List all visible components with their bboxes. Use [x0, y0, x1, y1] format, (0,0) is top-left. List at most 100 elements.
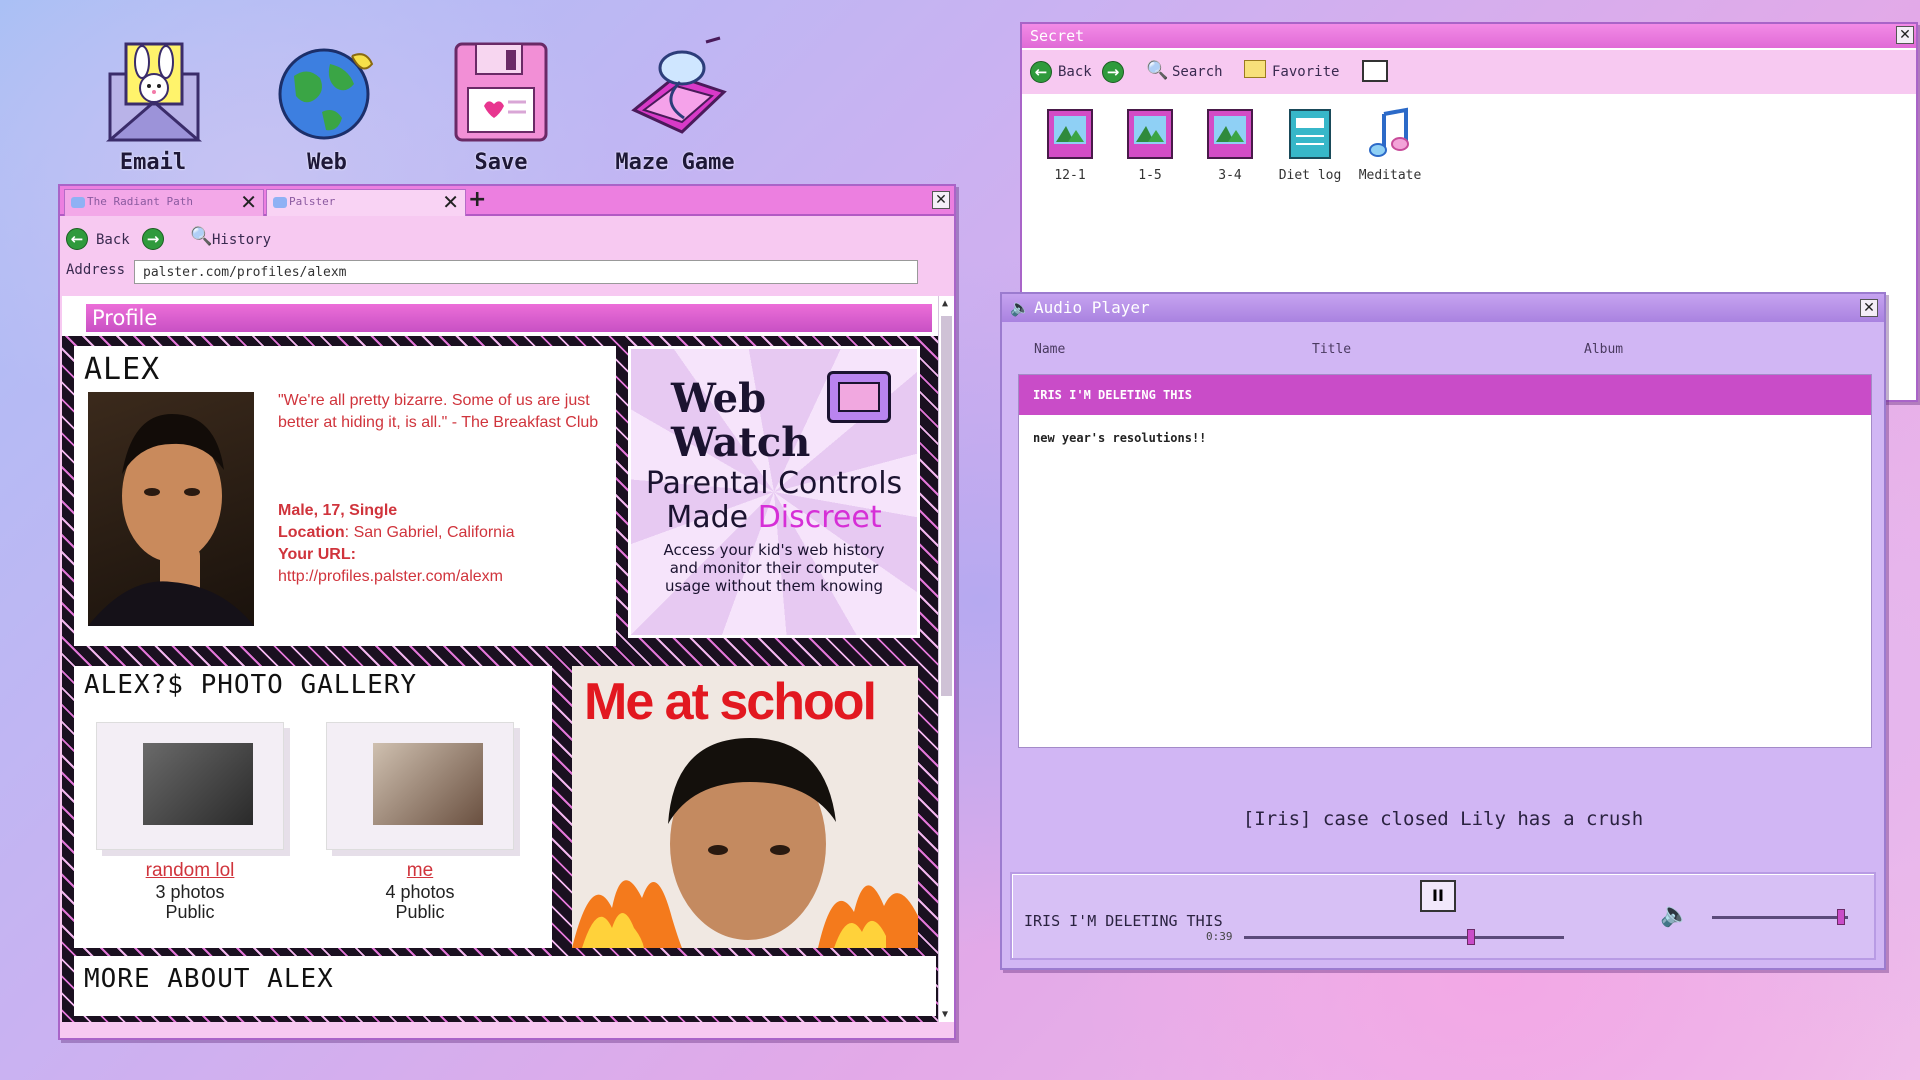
volume-slider[interactable] [1712, 909, 1848, 925]
volume-icon[interactable]: 🔈 [1660, 900, 1690, 928]
close-button[interactable]: ✕ [1860, 299, 1878, 317]
close-tab-icon[interactable]: ✕ [442, 192, 459, 212]
ad-headline-made: Made [666, 500, 758, 535]
album-thumbnail [143, 743, 253, 825]
file-label: 1-5 [1138, 168, 1162, 183]
album-visibility: Public [165, 902, 215, 922]
history-magnifier-icon[interactable]: 🔍 [190, 226, 212, 247]
back-button-label[interactable]: Back [96, 232, 130, 248]
album-name-link[interactable]: random lol [96, 860, 284, 882]
email-bunny-icon [98, 36, 208, 148]
column-header-name[interactable]: Name [1034, 342, 1065, 357]
back-arrow-icon[interactable]: ← [66, 228, 88, 250]
seek-handle[interactable] [1467, 929, 1476, 945]
tab-bar: The Radiant Path ✕ Palster ✕ + ✕ [60, 186, 954, 216]
desktop-icon-label: Web [307, 150, 347, 175]
more-about-title: MORE ABOUT ALEX [84, 964, 334, 994]
music-note-icon [1364, 106, 1416, 162]
file-label: Meditate [1358, 168, 1422, 183]
file-item[interactable]: Meditate [1354, 106, 1426, 183]
vertical-scrollbar[interactable]: ▲ ▼ [938, 296, 954, 1022]
desktop-icon-save[interactable]: Save [426, 36, 576, 175]
forward-arrow-icon[interactable]: → [142, 228, 164, 250]
school-photo-card[interactable]: Me at school [572, 666, 918, 948]
location-value: San Gabriel, California [353, 524, 515, 541]
column-header-album[interactable]: Album [1584, 342, 1623, 357]
close-button[interactable]: ✕ [1896, 26, 1914, 44]
list-item[interactable]: new year's resolutions!! [1033, 431, 1206, 445]
volume-handle[interactable] [1837, 909, 1846, 925]
globe-icon [272, 36, 382, 148]
profile-name: ALEX [84, 352, 161, 387]
seek-bar[interactable] [1244, 929, 1564, 945]
back-button-label[interactable]: Back [1058, 64, 1092, 80]
search-button-label[interactable]: Search [1172, 64, 1223, 80]
selected-track[interactable]: IRIS I'M DELETING THIS [1019, 375, 1871, 415]
folder-icon[interactable] [1244, 60, 1266, 78]
album-name-link[interactable]: me [326, 860, 514, 882]
ad-title-line1: Web [671, 375, 767, 422]
calendar-icon[interactable] [1362, 60, 1388, 82]
file-label: 12-1 [1054, 168, 1086, 183]
close-button[interactable]: ✕ [932, 191, 950, 209]
search-icon[interactable]: 🔍 [1146, 60, 1168, 81]
file-label: 3-4 [1218, 168, 1242, 183]
ad-headline-discreet: Discreet [757, 500, 882, 535]
computer-mascot-icon [827, 371, 891, 423]
ad-headline-line1: Parental Controls [645, 466, 903, 501]
scroll-up-icon[interactable]: ▲ [942, 298, 948, 309]
history-button-label[interactable]: History [212, 232, 271, 248]
url-label: Your URL: [278, 546, 356, 563]
favorite-button-label[interactable]: Favorite [1272, 64, 1339, 80]
file-item[interactable]: Diet log [1274, 106, 1346, 183]
photo-album-icon [1204, 106, 1256, 162]
desktop-icon-label: Email [119, 150, 187, 175]
browser-window: The Radiant Path ✕ Palster ✕ + ✕ ← Back … [58, 184, 956, 1040]
scroll-down-icon[interactable]: ▼ [942, 1009, 948, 1020]
ad-headline: Parental Controls Made Discreet [631, 467, 917, 535]
secret-toolbar: ← Back → 🔍 Search Favorite [1022, 50, 1916, 94]
audio-player-titlebar[interactable]: 🔈 Audio Player [1002, 294, 1884, 322]
web-watch-ad[interactable]: Web Watch Parental Controls Made Discree… [628, 346, 920, 638]
file-item[interactable]: 3-4 [1194, 106, 1266, 183]
album-item[interactable]: random lol 3 photos Public [96, 722, 284, 922]
window-title: Audio Player [1034, 298, 1150, 317]
desktop-icon-maze-game[interactable]: Maze Game [600, 36, 750, 175]
column-header-title[interactable]: Title [1312, 342, 1351, 357]
album-item[interactable]: me 4 photos Public [326, 722, 514, 922]
now-playing-title: IRIS I'M DELETING THIS [1024, 912, 1223, 930]
address-bar[interactable]: palster.com/profiles/alexm [134, 260, 918, 284]
audio-player-window: 🔈 Audio Player ✕ Name Title Album IRIS I… [1000, 292, 1886, 970]
tab-the-radiant-path[interactable]: The Radiant Path ✕ [64, 189, 264, 216]
track-list: IRIS I'M DELETING THIS new year's resolu… [1018, 374, 1872, 748]
forward-arrow-icon[interactable]: → [1102, 61, 1124, 83]
desktop-icon-email[interactable]: Email [78, 36, 228, 175]
gallery-title: ALEX?$ PHOTO GALLERY [84, 670, 418, 700]
profile-card: ALEX "We're all pretty bizarre. Some of … [74, 346, 616, 646]
album-photo-count: 4 photos [385, 882, 455, 902]
window-title: Secret [1030, 27, 1085, 45]
new-tab-button[interactable]: + [468, 188, 492, 212]
elapsed-time: 0:39 [1206, 930, 1233, 943]
album-visibility: Public [395, 902, 445, 922]
photo-gallery-card: ALEX?$ PHOTO GALLERY random lol 3 photos… [74, 666, 552, 948]
desktop-icon-web[interactable]: Web [252, 36, 402, 175]
secret-window-titlebar[interactable]: Secret [1022, 24, 1916, 48]
file-item[interactable]: 12-1 [1034, 106, 1106, 183]
lyric-caption: [Iris] case closed Lily has a crush [1242, 808, 1644, 830]
section-title: Profile [86, 304, 932, 332]
ad-body: Access your kid's web history and monito… [663, 541, 885, 595]
scroll-thumb[interactable] [941, 316, 952, 696]
pause-button[interactable]: II [1420, 880, 1456, 912]
close-tab-icon[interactable]: ✕ [240, 192, 257, 212]
school-photo-image [572, 738, 918, 948]
browser-navbar: ← Back → 🔍 History [60, 218, 954, 256]
maze-game-icon [620, 36, 730, 148]
tab-palster[interactable]: Palster ✕ [266, 189, 466, 216]
back-arrow-icon[interactable]: ← [1030, 61, 1052, 83]
file-label: Diet log [1278, 168, 1342, 183]
file-item[interactable]: 1-5 [1114, 106, 1186, 183]
profile-photo[interactable] [88, 392, 254, 626]
tab-label: The Radiant Path [87, 195, 193, 208]
profile-url-link[interactable]: http://profiles.palster.com/alexm [278, 568, 503, 585]
